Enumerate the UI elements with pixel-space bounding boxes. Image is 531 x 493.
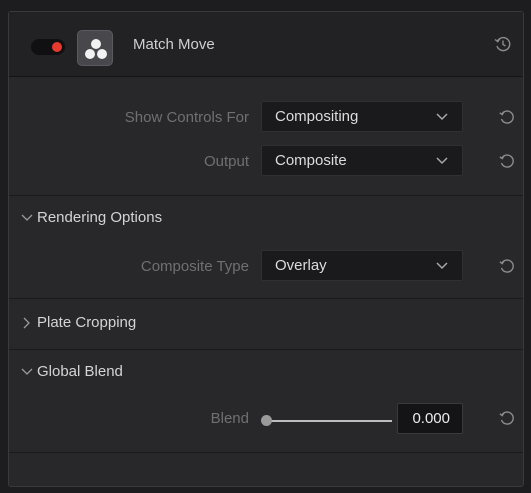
effect-title: Match Move <box>133 36 215 53</box>
resolve-fusion-icon[interactable] <box>77 30 113 66</box>
divider <box>9 195 523 196</box>
divider <box>9 452 523 453</box>
composite-type-label: Composite Type <box>140 258 249 275</box>
effect-enable-toggle[interactable] <box>31 39 65 55</box>
rendering-options-header[interactable]: Rendering Options <box>37 209 162 226</box>
show-controls-for-label: Show Controls For <box>124 109 249 126</box>
inspector-panel: Match Move Show Controls For Compositing… <box>8 11 524 487</box>
chevron-down-icon[interactable] <box>21 213 33 223</box>
chevron-down-icon[interactable] <box>21 367 33 377</box>
blend-slider-handle[interactable] <box>261 415 272 426</box>
show-controls-for-dropdown[interactable]: Compositing <box>261 101 463 132</box>
chevron-down-icon <box>436 157 448 165</box>
chevron-right-icon[interactable] <box>21 317 31 329</box>
chevron-down-icon <box>436 262 448 270</box>
output-dropdown[interactable]: Composite <box>261 145 463 176</box>
blend-slider-track[interactable] <box>267 420 392 422</box>
effect-header: Match Move <box>9 12 523 77</box>
reset-icon[interactable] <box>498 257 516 275</box>
reset-icon[interactable] <box>498 108 516 126</box>
composite-type-dropdown[interactable]: Overlay <box>261 250 463 281</box>
output-label: Output <box>203 153 249 170</box>
blend-value: 0.000 <box>412 410 450 427</box>
global-blend-header[interactable]: Global Blend <box>37 363 123 380</box>
chevron-down-icon <box>436 113 448 121</box>
keyframe-reset-icon[interactable] <box>493 34 513 54</box>
composite-type-value: Overlay <box>275 257 327 274</box>
show-controls-for-value: Compositing <box>275 108 359 125</box>
divider <box>9 349 523 350</box>
reset-icon[interactable] <box>498 409 516 427</box>
blend-label: Blend <box>210 410 249 427</box>
divider <box>9 298 523 299</box>
blend-value-field[interactable]: 0.000 <box>397 403 463 434</box>
plate-cropping-header[interactable]: Plate Cropping <box>37 314 136 331</box>
reset-icon[interactable] <box>498 152 516 170</box>
output-value: Composite <box>275 152 347 169</box>
toggle-knob <box>52 42 62 52</box>
